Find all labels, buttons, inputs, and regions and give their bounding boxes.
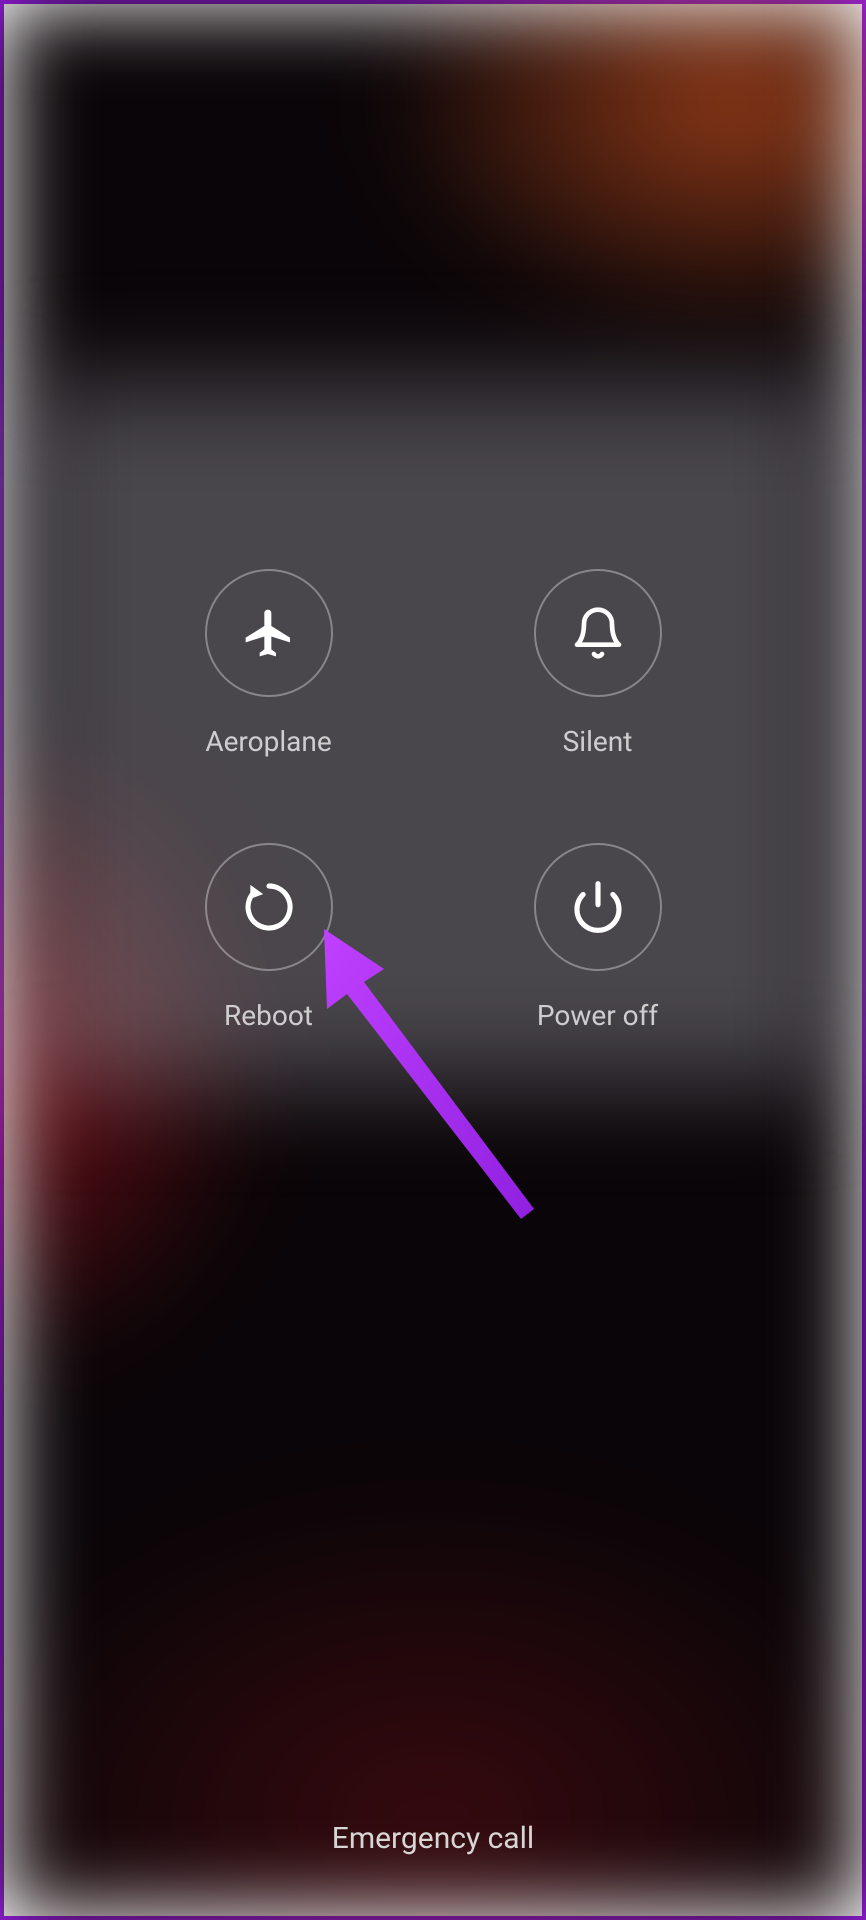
- emergency-call-label: Emergency call: [332, 1821, 534, 1856]
- bell-icon: [570, 605, 626, 661]
- power-button-grid: Aeroplane Silent Reboot: [4, 569, 862, 1032]
- reboot-button[interactable]: Reboot: [205, 843, 333, 1032]
- aeroplane-mode-button[interactable]: Aeroplane: [205, 569, 333, 758]
- aeroplane-icon-circle: [205, 569, 333, 697]
- silent-icon-circle: [534, 569, 662, 697]
- airplane-icon: [241, 605, 297, 661]
- reboot-icon: [241, 879, 297, 935]
- reboot-label: Reboot: [224, 999, 313, 1032]
- power-off-icon-circle: [534, 843, 662, 971]
- power-off-label: Power off: [537, 999, 658, 1032]
- power-menu-overlay[interactable]: Aeroplane Silent Reboot: [4, 4, 862, 1916]
- power-icon: [570, 879, 626, 935]
- silent-mode-button[interactable]: Silent: [534, 569, 662, 758]
- power-off-button[interactable]: Power off: [534, 843, 662, 1032]
- reboot-icon-circle: [205, 843, 333, 971]
- silent-label: Silent: [563, 725, 633, 758]
- aeroplane-label: Aeroplane: [205, 725, 331, 758]
- emergency-call-button[interactable]: Emergency call: [332, 1821, 534, 1856]
